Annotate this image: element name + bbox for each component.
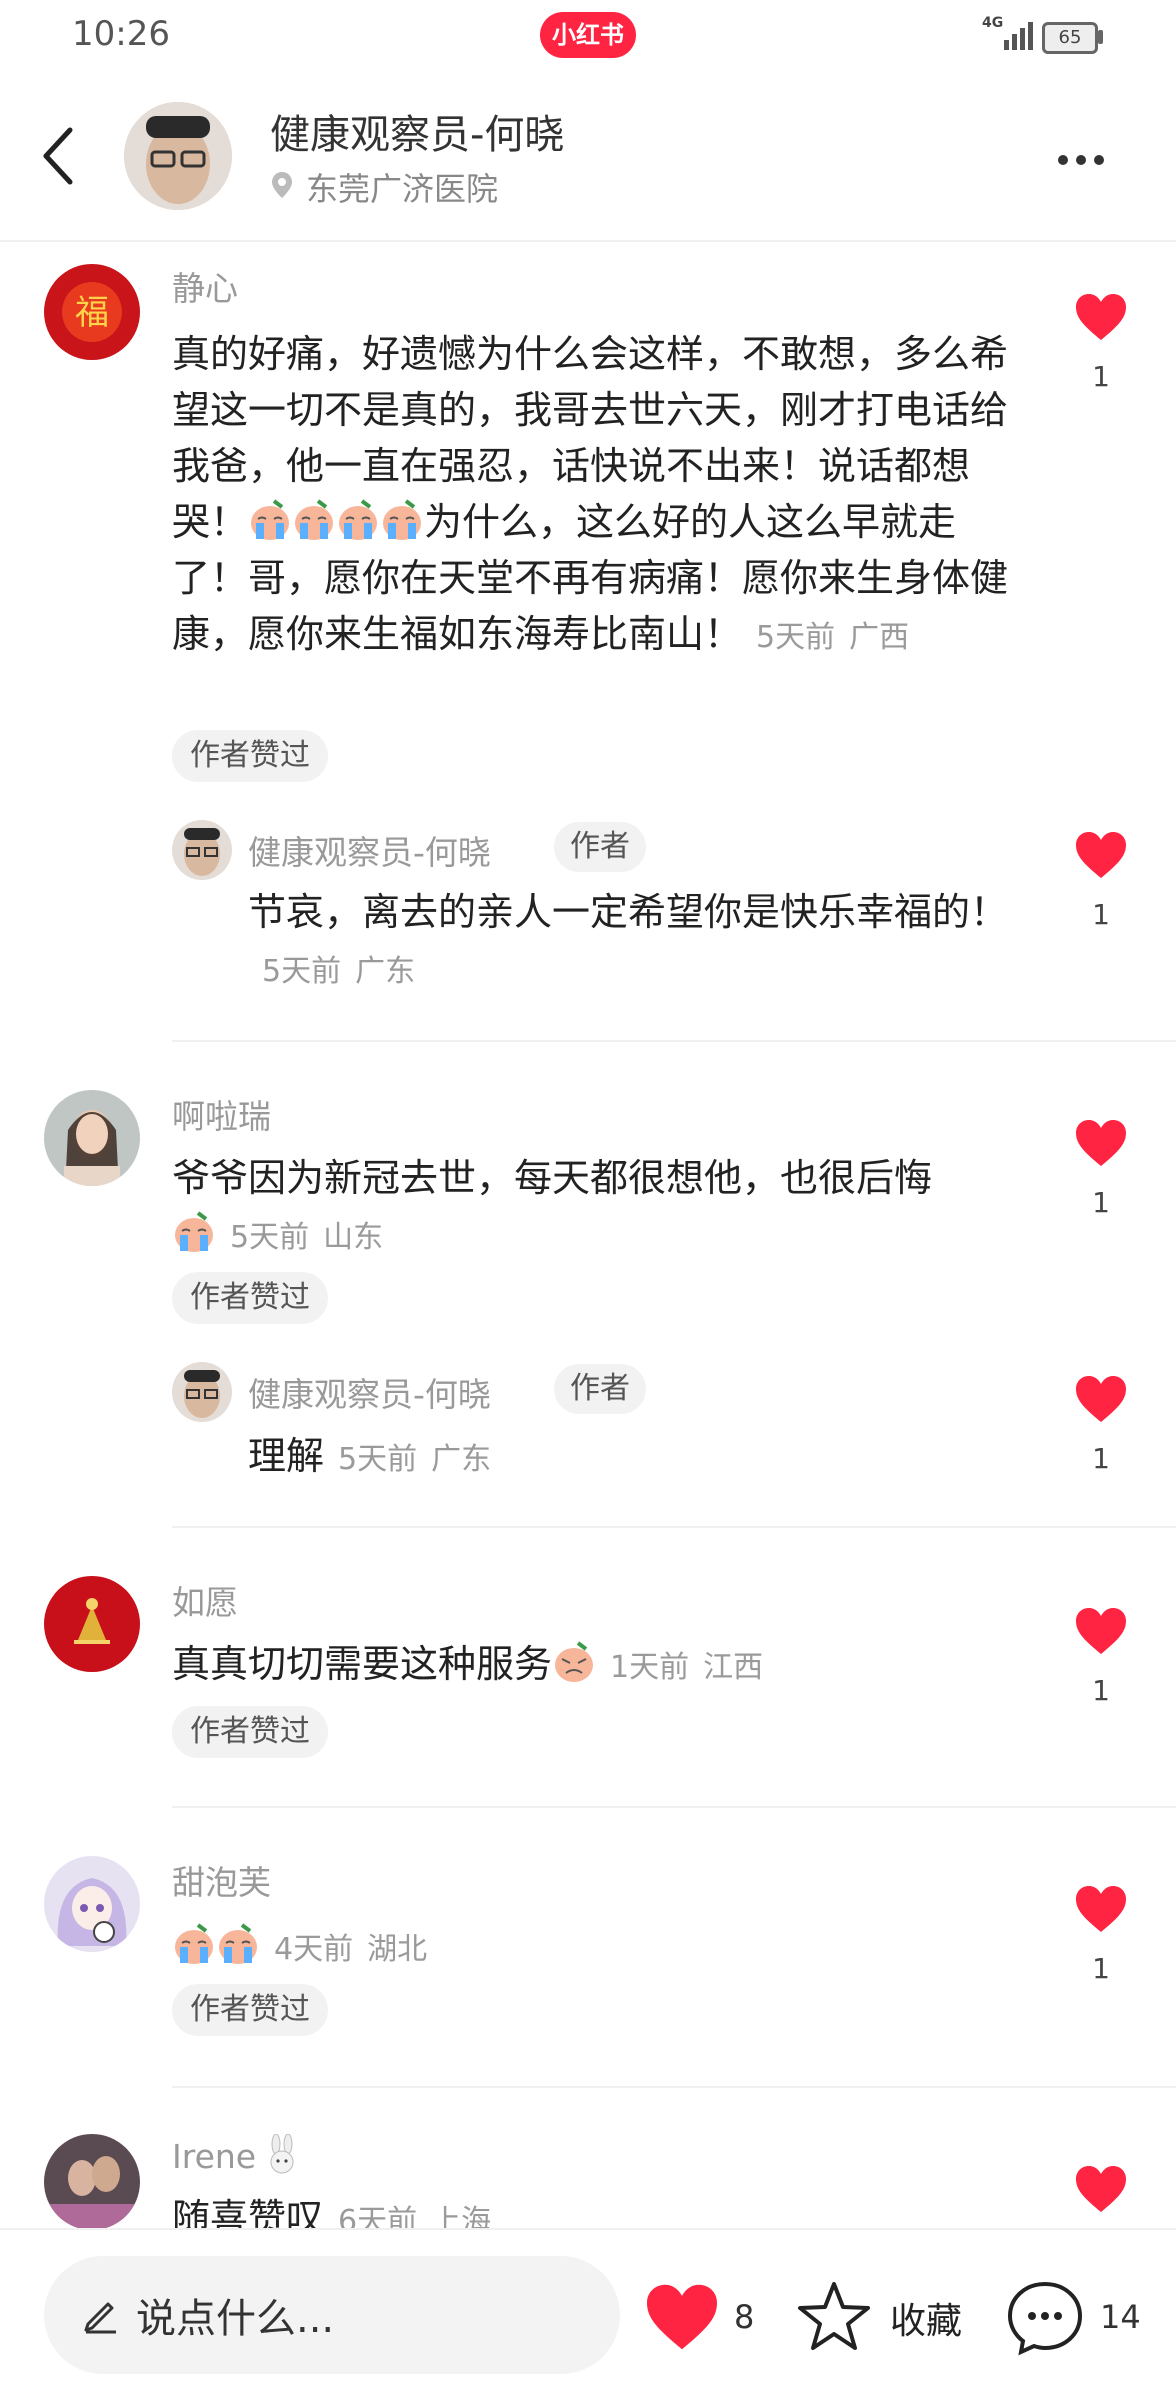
avatar[interactable] [44, 1090, 140, 1186]
cry-emoji [172, 1211, 216, 1256]
post-like-count: 8 [734, 2298, 755, 2336]
like-count: 1 [1092, 1674, 1110, 1707]
comment-region: 广西 [849, 620, 910, 655]
cry-emoji [172, 1923, 260, 1968]
bottom-bar: 说点什么... 8 收藏 14 [0, 2228, 1176, 2402]
comment-text: 真真切切需要这种服务 1天前 江西 [172, 1636, 1052, 1696]
more-options-icon[interactable] [1058, 150, 1112, 169]
svg-text:福: 福 [75, 293, 109, 333]
heart-icon[interactable] [1074, 830, 1128, 880]
clock: 10:26 [72, 14, 170, 54]
location-pin-icon [272, 172, 292, 198]
divider [172, 2086, 1176, 2088]
app-badge: 小红书 [540, 12, 636, 58]
author-name[interactable]: 健康观察员-何晓 [270, 102, 564, 160]
heart-icon[interactable] [1074, 1374, 1128, 1424]
post-comment-count: 14 [1100, 2298, 1141, 2336]
comment-text-content: 真真切切需要这种服务 [172, 1642, 553, 1686]
comment-time: 1天前 [610, 1650, 690, 1685]
network-indicator: 4G [982, 15, 1004, 31]
like-count: 1 [1092, 1952, 1110, 1985]
avatar[interactable] [172, 1362, 232, 1422]
comment-username[interactable]: 啊啦瑞 [172, 1090, 271, 1138]
like-count: 1 [1092, 360, 1110, 393]
heart-icon[interactable] [1074, 1118, 1128, 1168]
comment-region: 湖北 [367, 1932, 428, 1967]
like-count: 1 [1092, 898, 1110, 931]
star-icon[interactable] [796, 2280, 872, 2352]
pen-icon [84, 2302, 116, 2334]
divider [172, 1526, 1176, 1528]
comment-time: 5天前 [756, 620, 836, 655]
comment-text: 4天前 湖北 [172, 1918, 1032, 1978]
reply-text: 节哀，离去的亲人一定希望你是快乐幸福的！ 5天前 广东 [248, 884, 1028, 1000]
avatar[interactable] [44, 2134, 140, 2230]
author-liked-badge: 作者赞过 [172, 730, 328, 782]
comment-username-text: Irene [172, 2137, 257, 2176]
avatar[interactable] [172, 820, 232, 880]
battery-icon: 65 [1042, 22, 1098, 54]
reply-region: 广东 [431, 1442, 492, 1477]
reply-text-content: 理解 [248, 1434, 325, 1478]
reply-text: 理解 5天前 广东 [248, 1428, 1028, 1488]
divider [172, 1040, 1176, 1042]
heart-icon[interactable] [1074, 292, 1128, 342]
heart-icon[interactable] [1074, 1606, 1128, 1656]
header: 健康观察员-何晓 东莞广济医院 [0, 72, 1176, 242]
comment-bubble-icon[interactable] [1006, 2280, 1084, 2356]
reply-text-content: 节哀，离去的亲人一定希望你是快乐幸福的！ [248, 890, 1009, 934]
divider [172, 1806, 1176, 1808]
avatar[interactable] [44, 1856, 140, 1952]
sad-emoji [552, 1641, 596, 1686]
avatar[interactable] [44, 1576, 140, 1672]
reply-region: 广东 [355, 954, 416, 989]
author-location[interactable]: 东莞广济医院 [306, 164, 498, 210]
comment-username[interactable]: 如愿 [172, 1576, 238, 1624]
rabbit-emoji [264, 2133, 300, 2176]
comment-time: 4天前 [274, 1932, 354, 1967]
collect-label[interactable]: 收藏 [890, 2292, 962, 2344]
author-tag: 作者 [554, 822, 646, 872]
comment-username[interactable]: 甜泡芙 [172, 1856, 271, 1904]
reply-username[interactable]: 健康观察员-何晓 [248, 826, 491, 874]
comment-text: 爷爷因为新冠去世，每天都很想他，也很后悔 5天前 山东 [172, 1150, 1032, 1266]
comment-time: 5天前 [230, 1220, 310, 1255]
author-liked-badge: 作者赞过 [172, 1272, 328, 1324]
reply-time: 5天前 [338, 1442, 418, 1477]
comment-placeholder: 说点什么... [136, 2296, 335, 2342]
like-heart-icon[interactable] [644, 2282, 720, 2352]
reply-time: 5天前 [262, 954, 342, 989]
comment-username[interactable]: Irene [172, 2133, 300, 2176]
comment-region: 山东 [323, 1220, 384, 1255]
comment-region: 江西 [703, 1650, 764, 1685]
signal-icon [1004, 22, 1033, 50]
comment-text-content: 爷爷因为新冠去世，每天都很想他，也很后悔 [172, 1156, 933, 1200]
heart-icon[interactable] [1074, 2164, 1128, 2214]
back-icon[interactable] [40, 126, 76, 186]
heart-icon[interactable] [1074, 1884, 1128, 1934]
like-count: 1 [1092, 1442, 1110, 1475]
comment-text: 真的好痛，好遗憾为什么会这样，不敢想，多么希望这一切不是真的，我哥去世六天，刚才… [172, 326, 1012, 666]
like-count: 1 [1092, 1186, 1110, 1219]
reply-username[interactable]: 健康观察员-何晓 [248, 1368, 491, 1416]
battery-tip [1098, 30, 1103, 44]
author-tag: 作者 [554, 1364, 646, 1414]
comment-username[interactable]: 静心 [172, 262, 238, 310]
avatar[interactable]: 福 [44, 264, 140, 360]
author-liked-badge: 作者赞过 [172, 1984, 328, 2036]
cry-emoji [248, 499, 424, 544]
author-avatar[interactable] [124, 102, 232, 210]
author-liked-badge: 作者赞过 [172, 1706, 328, 1758]
comment-input[interactable]: 说点什么... [44, 2256, 620, 2374]
status-bar: 10:26 小红书 4G 65 [0, 0, 1176, 72]
